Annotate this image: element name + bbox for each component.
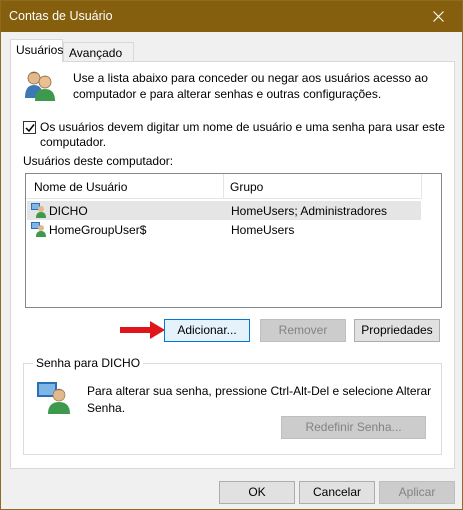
users-list[interactable]: Nome de Usuário Grupo DICHO HomeUsers; A…: [25, 173, 442, 308]
user-icon: [31, 203, 46, 218]
properties-button[interactable]: Propriedades: [354, 319, 440, 342]
column-header-group[interactable]: Grupo: [230, 180, 263, 194]
add-button[interactable]: Adicionar...: [164, 319, 250, 342]
row-username: HomeGroupUser$: [49, 223, 147, 237]
close-icon: [433, 11, 444, 22]
password-instructions: Para alterar sua senha, pressione Ctrl-A…: [87, 384, 432, 415]
ok-button[interactable]: OK: [219, 481, 295, 504]
row-group: HomeUsers: [231, 223, 295, 237]
tab-usuarios[interactable]: Usuários: [10, 39, 63, 62]
remove-button[interactable]: Remover: [260, 319, 346, 342]
reset-password-button[interactable]: Redefinir Senha...: [281, 416, 426, 439]
password-group-title: Senha para DICHO: [33, 356, 144, 370]
title-bar: Contas de Usuário: [1, 1, 462, 32]
tab-avancado[interactable]: Avançado: [63, 42, 134, 63]
table-row[interactable]: DICHO HomeUsers; Administradores: [27, 201, 421, 220]
user-icon: [31, 222, 46, 237]
column-divider[interactable]: [223, 174, 224, 199]
checkmark-icon: [25, 124, 35, 133]
users-list-label: Usuários deste computador:: [23, 154, 174, 168]
apply-button[interactable]: Aplicar: [379, 481, 455, 504]
user-accounts-dialog: Contas de Usuário Usuários Avançado Use …: [0, 0, 463, 510]
require-login-label[interactable]: Os usuários devem digitar um nome de usu…: [40, 120, 445, 150]
cancel-button[interactable]: Cancelar: [299, 481, 375, 504]
window-title: Contas de Usuário: [9, 9, 113, 23]
table-row[interactable]: HomeGroupUser$ HomeUsers: [27, 220, 421, 239]
require-login-checkbox[interactable]: [23, 121, 36, 134]
column-header-username[interactable]: Nome de Usuário: [34, 180, 127, 194]
close-button[interactable]: [416, 1, 462, 32]
intro-text: Use a lista abaixo para conceder ou nega…: [73, 71, 428, 101]
list-header: Nome de Usuário Grupo: [26, 174, 422, 199]
row-username: DICHO: [49, 204, 88, 218]
row-group: HomeUsers; Administradores: [231, 204, 388, 218]
red-arrow-icon: [120, 321, 165, 339]
password-user-icon: [37, 382, 70, 414]
column-divider[interactable]: [421, 174, 422, 199]
users-icon: [25, 71, 55, 101]
